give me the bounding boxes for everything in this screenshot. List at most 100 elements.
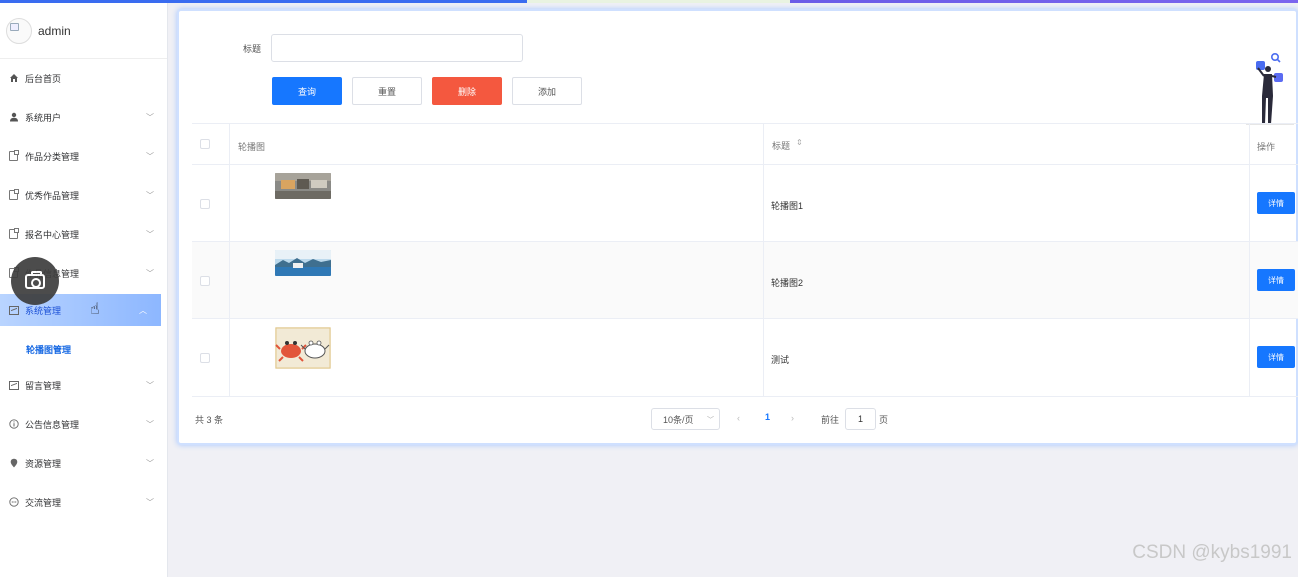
header-image-cell: 轮播图 bbox=[230, 124, 764, 164]
reset-button[interactable]: 重置 bbox=[352, 77, 422, 105]
sidebar-item-label: 交流管理 bbox=[25, 497, 62, 508]
sidebar-item-resources[interactable]: 资源管理 ﹀ bbox=[0, 446, 168, 480]
detail-button[interactable]: 详情 bbox=[1257, 346, 1295, 368]
top-bar-segment-3 bbox=[790, 0, 1298, 3]
sidebar-item-excellent-works[interactable]: 优秀作品管理 ﹀ bbox=[0, 178, 168, 212]
query-button[interactable]: 查询 bbox=[272, 77, 342, 105]
header-checkbox-cell bbox=[192, 124, 230, 164]
row-checkbox[interactable] bbox=[200, 276, 210, 286]
page-size-select[interactable]: 10条/页 ﹀ bbox=[651, 408, 720, 430]
header-title-label: 标题 bbox=[772, 141, 791, 151]
chevron-down-icon: ﹀ bbox=[146, 151, 154, 161]
sidebar-item-label: 作品分类管理 bbox=[25, 151, 80, 162]
location-icon bbox=[8, 458, 19, 469]
chat-icon bbox=[8, 497, 19, 508]
doc-icon bbox=[8, 150, 19, 162]
picture-icon bbox=[8, 305, 19, 316]
table-header-row: 轮播图 标题 ⇕ 操作 bbox=[192, 124, 1298, 165]
doc-icon bbox=[8, 189, 19, 201]
sidebar-item-label: 公告信息管理 bbox=[25, 419, 80, 430]
table-row: 轮播图2 bbox=[192, 242, 1298, 319]
row-image-cell bbox=[230, 319, 764, 396]
chevron-down-icon: ﹀ bbox=[146, 380, 154, 390]
next-page-icon[interactable]: › bbox=[791, 413, 794, 423]
search-title-input[interactable] bbox=[271, 34, 523, 62]
person-search-illustration-icon bbox=[1246, 53, 1294, 125]
row-checkbox[interactable] bbox=[200, 199, 210, 209]
sidebar-item-label: 报名中心管理 bbox=[25, 229, 80, 240]
top-bar-segment-2 bbox=[527, 0, 790, 3]
sidebar-subitem-carousel[interactable]: 轮播图管理 bbox=[26, 343, 71, 356]
avatar[interactable] bbox=[6, 17, 32, 44]
camera-icon bbox=[25, 270, 45, 289]
chevron-down-icon: ﹀ bbox=[146, 419, 154, 429]
header-title-cell[interactable]: 标题 ⇕ bbox=[764, 124, 1250, 164]
user-profile[interactable]: admin bbox=[0, 3, 167, 59]
sidebar-item-label: 系统管理 bbox=[25, 305, 62, 316]
info-icon bbox=[8, 419, 19, 430]
row-image-cell bbox=[230, 242, 764, 318]
chevron-down-icon: ﹀ bbox=[146, 268, 154, 278]
sidebar-item-registration-center[interactable]: 报名中心管理 ﹀ bbox=[0, 217, 168, 251]
detail-button[interactable]: 详情 bbox=[1257, 192, 1295, 214]
banner-room-thumbnail[interactable] bbox=[275, 173, 331, 199]
row-checkbox-cell bbox=[192, 242, 230, 318]
chevron-down-icon: ﹀ bbox=[146, 190, 154, 200]
chevron-down-icon: ﹀ bbox=[707, 417, 714, 424]
sidebar-item-system-users[interactable]: 系统用户 ﹀ bbox=[0, 100, 168, 134]
row-title: 轮播图1 bbox=[771, 201, 804, 211]
row-title: 轮播图2 bbox=[771, 278, 804, 288]
chevron-down-icon: ﹀ bbox=[146, 497, 154, 507]
page-unit-label: 页 bbox=[879, 415, 889, 425]
row-title-cell: 轮播图1 bbox=[764, 165, 1250, 241]
search-title-label: 标题 bbox=[243, 44, 262, 54]
header-image-label: 轮播图 bbox=[238, 142, 266, 152]
sidebar-item-communication[interactable]: 交流管理 ﹀ bbox=[0, 485, 168, 519]
select-all-checkbox[interactable] bbox=[200, 139, 210, 149]
home-icon bbox=[8, 73, 19, 84]
sidebar-item-label: 后台首页 bbox=[25, 73, 62, 84]
row-title-cell: 轮播图2 bbox=[764, 242, 1250, 318]
sidebar-item-label: 资源管理 bbox=[25, 458, 62, 469]
pagination-total: 共 3 条 bbox=[195, 415, 224, 425]
sidebar-item-home[interactable]: 后台首页 bbox=[0, 61, 168, 95]
goto-label: 前往 bbox=[821, 415, 840, 425]
sidebar-item-label: 优秀作品管理 bbox=[25, 190, 80, 201]
screenshot-camera-button[interactable] bbox=[11, 257, 59, 305]
banner-crabs-thumbnail[interactable] bbox=[275, 327, 331, 369]
chevron-down-icon: ﹀ bbox=[146, 458, 154, 468]
row-checkbox-cell bbox=[192, 165, 230, 241]
prev-page-icon[interactable]: ‹ bbox=[737, 413, 740, 423]
row-checkbox-cell bbox=[192, 319, 230, 396]
sidebar-item-messages[interactable]: 留言管理 ﹀ bbox=[0, 368, 168, 402]
current-page-number[interactable]: 1 bbox=[765, 412, 770, 422]
header-action-label: 操作 bbox=[1257, 142, 1276, 152]
sidebar-item-label: 系统用户 bbox=[25, 112, 62, 123]
user-icon bbox=[8, 112, 19, 123]
top-progress-bar bbox=[0, 0, 1298, 3]
sidebar-item-label: 留言管理 bbox=[25, 380, 62, 391]
detail-button[interactable]: 详情 bbox=[1257, 269, 1295, 291]
table-row: 轮播图1 bbox=[192, 165, 1298, 242]
sidebar-item-work-category[interactable]: 作品分类管理 ﹀ bbox=[0, 139, 168, 173]
goto-page-input[interactable]: 1 bbox=[845, 408, 876, 430]
doc-icon bbox=[8, 228, 19, 240]
header-action-cell: 操作 bbox=[1250, 124, 1298, 164]
row-checkbox[interactable] bbox=[200, 353, 210, 363]
chevron-up-icon: ︿ bbox=[139, 305, 147, 315]
row-image-cell bbox=[230, 165, 764, 241]
sort-icon[interactable]: ⇕ bbox=[796, 138, 803, 147]
delete-button[interactable]: 删除 bbox=[432, 77, 502, 105]
watermark: CSDN @kybs1991 bbox=[1132, 542, 1292, 563]
page-size-value: 10条/页 bbox=[663, 414, 694, 425]
add-button[interactable]: 添加 bbox=[512, 77, 582, 105]
user-name: admin bbox=[38, 23, 71, 38]
table-row: 测试 bbox=[192, 319, 1298, 397]
carousel-table: 轮播图 标题 ⇕ 操作 轮播图1 轮播图2 测试 bbox=[192, 123, 1298, 397]
sidebar-item-announcements[interactable]: 公告信息管理 ﹀ bbox=[0, 407, 168, 441]
chevron-down-icon: ﹀ bbox=[146, 229, 154, 239]
picture-icon bbox=[8, 380, 19, 391]
banner-lake-thumbnail[interactable] bbox=[275, 250, 331, 276]
hand-cursor-icon: ☝ bbox=[90, 301, 100, 318]
row-title-cell: 测试 bbox=[764, 319, 1250, 396]
